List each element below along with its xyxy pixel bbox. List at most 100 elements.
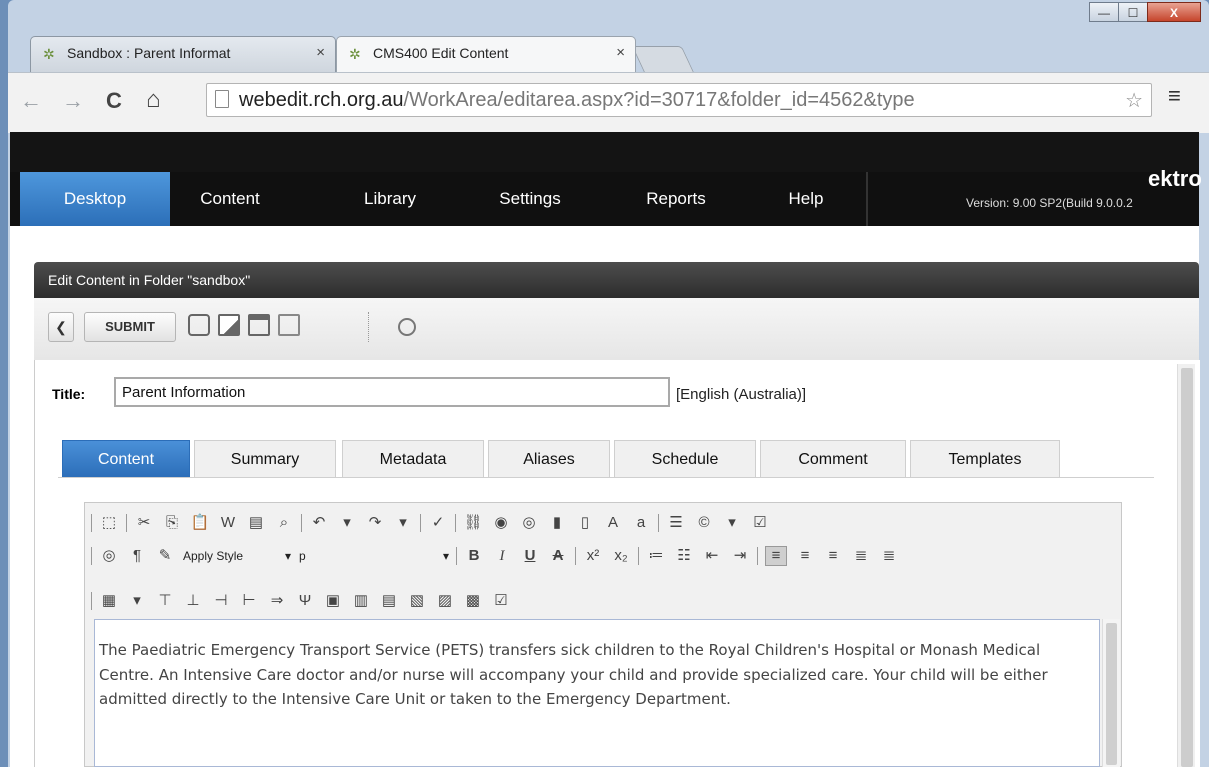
merge-cells-icon[interactable]: ▣	[323, 592, 343, 610]
unlink-icon[interactable]: ◎	[519, 514, 539, 532]
undo-icon[interactable]: ↶	[309, 514, 329, 532]
nav-reports[interactable]: Reports	[616, 172, 736, 226]
align-none-icon[interactable]: ≣	[879, 547, 899, 565]
insert-col-right-icon[interactable]: ⊢	[239, 592, 259, 610]
nav-library[interactable]: Library	[330, 172, 450, 226]
cut-icon[interactable]: ✂	[134, 514, 154, 532]
paste-plain-icon[interactable]: ▤	[246, 514, 266, 532]
outdent-icon[interactable]: ⇤	[702, 547, 722, 565]
translate-icon[interactable]: A	[603, 514, 623, 532]
align-right-icon[interactable]: ≡	[823, 547, 843, 565]
copy-icon[interactable]: ⎘	[162, 514, 182, 532]
format-icon[interactable]: a	[631, 514, 651, 532]
cell-props-icon[interactable]: ▤	[379, 592, 399, 610]
list-options-icon[interactable]: ☰	[666, 514, 686, 532]
nav-content[interactable]: Content	[170, 172, 290, 226]
url-text: webedit.rch.org.au/WorkArea/editarea.asp…	[239, 89, 915, 111]
title-input[interactable]	[114, 377, 670, 407]
insert-row-below-icon[interactable]: ⊥	[183, 592, 203, 610]
tab-metadata[interactable]: Metadata	[342, 440, 484, 478]
editor-toolbar-row-3: ▦ ▾ ⊤ ⊥ ⊣ ⊢ ⇒ Ψ ▣ ▥ ▤ ▧ ▨ ▩ ☑	[88, 588, 515, 614]
spellcheck-icon[interactable]: ✓	[428, 514, 448, 532]
delete-col-icon[interactable]: Ψ	[295, 592, 315, 610]
superscript-icon[interactable]: x²	[583, 547, 603, 565]
table-wizard-icon[interactable]: ☑	[491, 592, 511, 610]
row-props-icon[interactable]: ▧	[407, 592, 427, 610]
insert-table-icon[interactable]: ▩	[463, 592, 483, 610]
strikethrough-button[interactable]: A	[548, 547, 568, 565]
find-icon[interactable]: ⌕	[274, 514, 294, 532]
symbol-icon[interactable]: ©	[694, 514, 714, 532]
tab-close-icon[interactable]: ×	[616, 44, 625, 61]
tab-close-icon[interactable]: ×	[316, 44, 325, 61]
home-icon[interactable]: ⌂	[146, 86, 161, 114]
browser-tab-sandbox[interactable]: ✲ Sandbox : Parent Informat ×	[30, 36, 336, 72]
tab-templates[interactable]: Templates	[910, 440, 1060, 478]
bold-button[interactable]: B	[464, 547, 484, 565]
paste-icon[interactable]: 📋	[190, 514, 210, 532]
nav-settings[interactable]: Settings	[470, 172, 590, 226]
page-scrollbar[interactable]	[1177, 364, 1195, 767]
symbol-dropdown-icon[interactable]: ▾	[722, 514, 742, 532]
link-icon[interactable]: ⛓	[463, 514, 483, 532]
tab-aliases[interactable]: Aliases	[488, 440, 610, 478]
page-link-icon[interactable]: ▯	[575, 514, 595, 532]
browser-tab-cms-edit[interactable]: ✲ CMS400 Edit Content ×	[336, 36, 636, 72]
editor-toolbar-row-2: ◎ ¶ ✎ Apply Style ▾ p ▾ B I U A x² x₂ ≔ ☷ …	[88, 543, 903, 569]
subscript-icon[interactable]: x₂	[611, 547, 631, 565]
browser-menu-icon[interactable]: ≡	[1168, 83, 1181, 109]
brand-logo: ektro	[1148, 166, 1202, 191]
bookmark-star-icon[interactable]: ☆	[1125, 88, 1143, 113]
style-brush-icon[interactable]: ✎	[155, 547, 175, 565]
maximize-button[interactable]: ☐	[1118, 2, 1148, 22]
insert-row-above-icon[interactable]: ⊤	[155, 592, 175, 610]
paste-word-icon[interactable]: W	[218, 514, 238, 532]
justify-icon[interactable]: ≣	[851, 547, 871, 565]
publish-icon[interactable]	[188, 314, 210, 336]
tab-schedule[interactable]: Schedule	[614, 440, 756, 478]
delete-row-icon[interactable]: ⇒	[267, 592, 287, 610]
underline-button[interactable]: U	[520, 547, 540, 565]
select-all-icon[interactable]: ⬚	[99, 514, 119, 532]
checkin-icon[interactable]	[218, 314, 240, 336]
tab-summary[interactable]: Summary	[194, 440, 336, 478]
back-arrow-icon[interactable]: ←	[20, 88, 42, 114]
table-icon[interactable]: ▦	[99, 592, 119, 610]
undo-dropdown-icon[interactable]: ▾	[337, 514, 357, 532]
table-dropdown-icon[interactable]: ▾	[127, 592, 147, 610]
library-icon[interactable]: ◉	[491, 514, 511, 532]
format-select[interactable]: p ▾	[299, 547, 449, 565]
align-center-icon[interactable]: ≡	[795, 547, 815, 565]
editor-scrollbar[interactable]	[1102, 619, 1120, 767]
close-window-button[interactable]: X	[1147, 2, 1201, 22]
help-icon[interactable]	[398, 318, 416, 336]
preview-icon[interactable]	[278, 314, 300, 336]
table-props-icon[interactable]: ▨	[435, 592, 455, 610]
reload-icon[interactable]: C	[106, 88, 122, 114]
insert-col-left-icon[interactable]: ⊣	[211, 592, 231, 610]
tab-content[interactable]: Content	[62, 440, 190, 478]
forward-arrow-icon[interactable]: →	[62, 88, 84, 114]
back-button[interactable]: ❮	[48, 312, 74, 342]
indent-icon[interactable]: ⇥	[730, 547, 750, 565]
align-left-icon[interactable]: ≡	[765, 546, 787, 566]
save-icon[interactable]	[248, 314, 270, 336]
address-bar[interactable]: webedit.rch.org.au/WorkArea/editarea.asp…	[206, 83, 1152, 117]
paragraph-icon[interactable]: ¶	[127, 547, 147, 565]
redo-dropdown-icon[interactable]: ▾	[393, 514, 413, 532]
editor-body[interactable]: The Paediatric Emergency Transport Servi…	[94, 619, 1100, 767]
bullet-list-icon[interactable]: ☷	[674, 547, 694, 565]
target-icon[interactable]: ◎	[99, 547, 119, 565]
split-cell-icon[interactable]: ▥	[351, 592, 371, 610]
redo-icon[interactable]: ↷	[365, 514, 385, 532]
nav-help[interactable]: Help	[746, 172, 866, 226]
submit-button[interactable]: SUBMIT	[84, 312, 176, 342]
numbered-list-icon[interactable]: ≔	[646, 547, 666, 565]
nav-desktop[interactable]: Desktop	[20, 172, 170, 226]
style-select[interactable]: Apply Style ▾	[183, 547, 291, 565]
properties-icon[interactable]: ☑	[750, 514, 770, 532]
tab-comment[interactable]: Comment	[760, 440, 906, 478]
document-icon[interactable]: ▮	[547, 514, 567, 532]
minimize-button[interactable]: —	[1089, 2, 1119, 22]
italic-button[interactable]: I	[492, 547, 512, 565]
